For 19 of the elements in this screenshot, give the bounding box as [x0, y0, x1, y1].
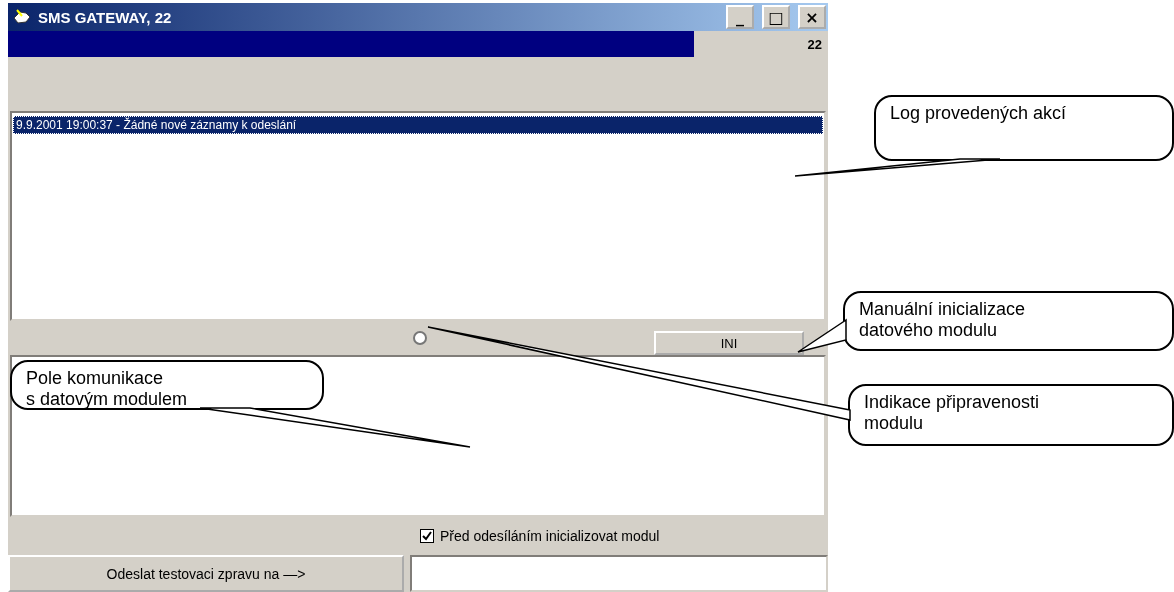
callout-text: s datovým modulem	[26, 389, 189, 410]
window-control-button[interactable]: □	[762, 5, 790, 29]
send-test-button[interactable]: Odeslat testovaci zpravu na —>	[8, 555, 404, 592]
progress-reading: 22	[806, 36, 823, 52]
window-control-button[interactable]: ×	[798, 5, 826, 29]
ready-radio[interactable]	[413, 331, 427, 345]
init-checkbox[interactable]	[420, 529, 434, 543]
callout-text: Log provedených akcí	[890, 103, 1068, 124]
callout-text: Manuální inicializace	[859, 299, 1027, 320]
callout-text: Indikace připravenosti	[864, 392, 1041, 413]
log-entry[interactable]: 9.9.2001 19:00:37 - Žádné nové záznamy k odeslání	[13, 116, 823, 134]
window-control-button[interactable]: _	[726, 5, 754, 29]
ini-button[interactable]: INI	[654, 331, 804, 355]
callout-text: Pole komunikace	[26, 368, 165, 389]
window-title: SMS GATEWAY, 22	[38, 8, 173, 26]
callout-text: modulu	[864, 413, 925, 434]
phone-input-field[interactable]	[410, 555, 828, 592]
checkbox-label: Před odesíláním inicializovat modul	[440, 528, 660, 544]
callout-text: datového modulu	[859, 320, 999, 341]
